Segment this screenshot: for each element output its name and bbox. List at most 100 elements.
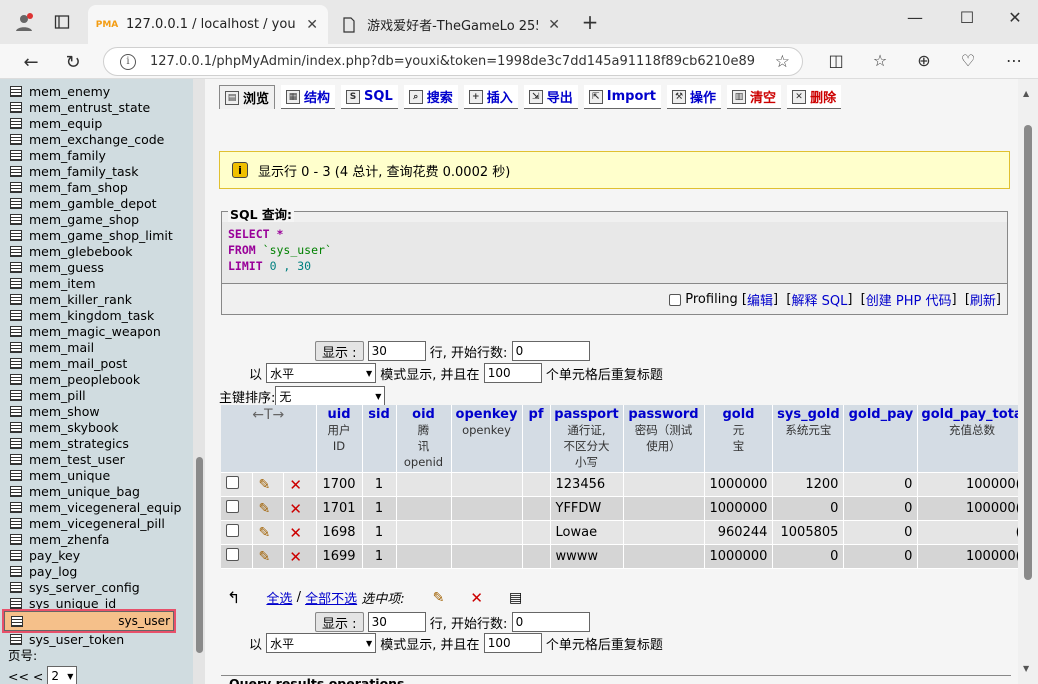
table-icon[interactable] xyxy=(10,485,22,497)
cell-gold-pay[interactable]: 0 xyxy=(843,520,919,545)
table-icon[interactable] xyxy=(10,101,22,113)
column-name[interactable]: oid xyxy=(400,407,448,422)
sidebar-item-mem-game-shop[interactable]: mem_game_shop xyxy=(10,211,181,227)
sidebar-item-mem-enemy[interactable]: mem_enemy xyxy=(10,83,181,99)
sidebar-item-sys-unique-id[interactable]: sys_unique_id xyxy=(10,595,181,611)
column-header-openkey[interactable]: openkey openkey xyxy=(451,405,523,472)
cell-openkey[interactable] xyxy=(451,544,523,569)
cell-password[interactable] xyxy=(623,496,705,521)
cell-sys-gold[interactable]: 0 xyxy=(772,544,845,569)
cell-oid[interactable] xyxy=(396,472,452,497)
table-icon[interactable] xyxy=(10,581,22,593)
table-icon[interactable] xyxy=(10,85,22,97)
close-tab-icon[interactable]: ✕ xyxy=(548,17,560,33)
more-menu-icon[interactable]: ⋯ xyxy=(1002,51,1026,73)
close-window-icon[interactable]: ✕ xyxy=(1000,8,1030,27)
cell-gold-pay-total[interactable]: ( xyxy=(917,520,1027,545)
tab-drop[interactable]: ✕ 删除 xyxy=(787,85,842,109)
table-icon[interactable] xyxy=(10,421,22,433)
refresh-icon[interactable]: ↻ xyxy=(60,49,86,75)
column-name[interactable]: openkey xyxy=(455,407,519,422)
check-all-link[interactable]: 全选 xyxy=(266,588,292,607)
cell-oid[interactable] xyxy=(396,496,452,521)
row-checkbox[interactable] xyxy=(226,524,239,537)
column-name[interactable]: sys_gold xyxy=(776,407,840,422)
cell-pf[interactable] xyxy=(522,496,551,521)
cell-oid[interactable] xyxy=(396,544,452,569)
tab-operations[interactable]: ⚒ 操作 xyxy=(667,85,722,109)
table-icon[interactable] xyxy=(10,549,22,561)
table-icon[interactable] xyxy=(10,117,22,129)
table-icon[interactable] xyxy=(10,181,22,193)
column-header-gold-pay[interactable]: gold_pay xyxy=(843,405,919,472)
column-name[interactable]: pf xyxy=(526,407,547,422)
cell-openkey[interactable] xyxy=(451,520,523,545)
sidebar-item-mem-unique-bag[interactable]: mem_unique_bag xyxy=(10,483,181,499)
cell-gold[interactable]: 1000000 xyxy=(704,496,774,521)
mode-select-bottom[interactable]: 水平 ▼ xyxy=(266,633,377,653)
sidebar-item-mem-vicegeneral-equip[interactable]: mem_vicegeneral_equip xyxy=(10,499,181,515)
sidebar-item-mem-guess[interactable]: mem_guess xyxy=(10,259,181,275)
sidebar-item-mem-glebebook[interactable]: mem_glebebook xyxy=(10,243,181,259)
tab-export[interactable]: ⇲ 导出 xyxy=(523,85,578,109)
column-name[interactable]: gold_pay xyxy=(847,407,914,422)
column-name[interactable]: gold_pay_tota xyxy=(921,407,1022,422)
repeat-input-bottom[interactable]: 100 xyxy=(483,633,542,653)
column-name[interactable]: uid xyxy=(320,407,359,422)
url-input[interactable]: i 127.0.0.1/phpMyAdmin/index.php?db=youx… xyxy=(103,47,803,76)
table-icon[interactable] xyxy=(10,149,22,161)
sidebar-item-mem-gamble-depot[interactable]: mem_gamble_depot xyxy=(10,195,181,211)
close-tab-icon[interactable]: ✕ xyxy=(306,17,318,33)
sidebar-item-mem-test-user[interactable]: mem_test_user xyxy=(10,451,181,467)
sidebar-item-mem-strategics[interactable]: mem_strategics xyxy=(10,435,181,451)
sidebar-item-mem-family-task[interactable]: mem_family_task xyxy=(10,163,181,179)
cell-sid[interactable]: 1 xyxy=(362,544,397,569)
row-checkbox[interactable] xyxy=(226,548,239,561)
table-icon[interactable] xyxy=(10,373,22,385)
cell-passport[interactable]: 123456 xyxy=(550,472,624,497)
sidebar-item-mem-vicegeneral-pill[interactable]: mem_vicegeneral_pill xyxy=(10,515,181,531)
cell-uid[interactable]: 1700 xyxy=(316,472,363,497)
cell-openkey[interactable] xyxy=(451,496,523,521)
tab-insert[interactable]: + 插入 xyxy=(463,85,518,109)
sidebar-item-mem-entrust-state[interactable]: mem_entrust_state xyxy=(10,99,181,115)
row-checkbox[interactable] xyxy=(226,500,239,513)
cell-gold-pay-total[interactable]: 100000( xyxy=(917,544,1027,569)
tab-empty[interactable]: ▥ 清空 xyxy=(727,85,782,109)
uncheck-all-link[interactable]: 全部不选 xyxy=(305,588,357,607)
table-icon[interactable] xyxy=(10,245,22,257)
sidebar-scrollbar[interactable] xyxy=(193,79,205,684)
table-icon[interactable] xyxy=(10,633,22,645)
cell-sys-gold[interactable]: 1005805 xyxy=(772,520,845,545)
column-header-gold[interactable]: gold 元 宝 xyxy=(704,405,774,472)
table-icon[interactable] xyxy=(10,133,22,145)
sort-select[interactable]: 无 ▼ xyxy=(275,386,386,406)
sidebar-item-pay-log[interactable]: pay_log xyxy=(10,563,181,579)
edit-sql-link[interactable]: 编辑 xyxy=(747,290,773,309)
show-button[interactable]: 显示 : xyxy=(315,341,364,361)
php-code-link[interactable]: 创建 PHP 代码 xyxy=(866,290,952,309)
edit-pencil-icon[interactable]: ✎ xyxy=(258,525,270,541)
column-header-gold-pay-tota[interactable]: gold_pay_tota 充值总数 xyxy=(917,405,1027,472)
edit-pencil-icon[interactable]: ✎ xyxy=(258,477,270,493)
sidebar-item-mem-mail-post[interactable]: mem_mail_post xyxy=(10,355,181,371)
table-icon[interactable] xyxy=(10,405,22,417)
sidebar-item-mem-family[interactable]: mem_family xyxy=(10,147,181,163)
sidebar-item-mem-zhenfa[interactable]: mem_zhenfa xyxy=(10,531,181,547)
content-scroll-thumb[interactable] xyxy=(1024,125,1032,580)
sidebar-item-mem-item[interactable]: mem_item xyxy=(10,275,181,291)
column-name[interactable]: passport xyxy=(554,407,620,422)
row-checkbox[interactable] xyxy=(226,476,239,489)
column-header-password[interactable]: password 密码（测试 使用） xyxy=(623,405,705,472)
cell-openkey[interactable] xyxy=(451,472,523,497)
refresh-link[interactable]: 刷新 xyxy=(970,290,996,309)
bulk-delete-icon[interactable]: ✕ xyxy=(470,589,483,607)
tab-sql[interactable]: S SQL xyxy=(341,85,398,109)
table-icon[interactable] xyxy=(10,293,22,305)
table-icon[interactable] xyxy=(10,357,22,369)
cell-pf[interactable] xyxy=(522,520,551,545)
tab-gamelo[interactable]: 游戏爱好者-TheGameLo 2551872 ✕ xyxy=(330,5,570,44)
favorite-star-icon[interactable]: ☆ xyxy=(775,52,790,72)
cell-passport[interactable]: Lowae xyxy=(550,520,624,545)
edit-pencil-icon[interactable]: ✎ xyxy=(258,549,270,565)
